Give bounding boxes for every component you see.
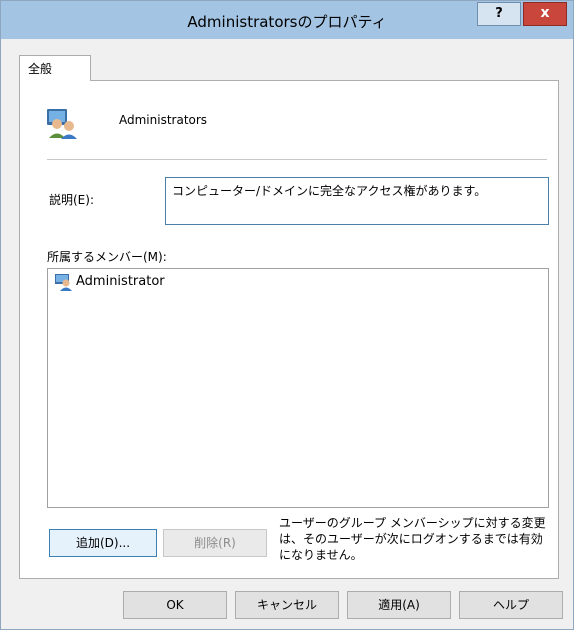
member-name: Administrator: [76, 274, 165, 289]
description-field[interactable]: コンピューター/ドメインに完全なアクセス権があります。: [165, 177, 549, 225]
ok-button[interactable]: OK: [123, 591, 227, 619]
members-list[interactable]: Administrator: [47, 268, 549, 508]
properties-dialog: Administratorsのプロパティ ? x 全般 Administrato…: [0, 0, 574, 630]
add-button[interactable]: 追加(D)...: [49, 529, 157, 557]
list-item[interactable]: Administrator: [52, 273, 165, 291]
members-label: 所属するメンバー(M):: [47, 250, 167, 264]
group-name: Administrators: [119, 113, 208, 127]
description-label: 説明(E):: [49, 193, 94, 207]
separator: [47, 159, 547, 160]
help-title-button[interactable]: ?: [477, 2, 521, 26]
user-icon: [55, 274, 72, 291]
close-button[interactable]: x: [523, 2, 567, 26]
apply-button[interactable]: 適用(A): [347, 591, 451, 619]
help-button[interactable]: ヘルプ: [459, 591, 563, 619]
membership-note: ユーザーのグループ メンバーシップに対する変更は、そのユーザーが次にログオンする…: [279, 516, 546, 562]
cancel-button[interactable]: キャンセル: [235, 591, 339, 619]
group-users-icon: [47, 109, 77, 139]
title-bar[interactable]: Administratorsのプロパティ ? x: [1, 1, 573, 39]
remove-button[interactable]: 削除(R): [163, 529, 267, 557]
tab-general[interactable]: 全般: [19, 55, 91, 81]
